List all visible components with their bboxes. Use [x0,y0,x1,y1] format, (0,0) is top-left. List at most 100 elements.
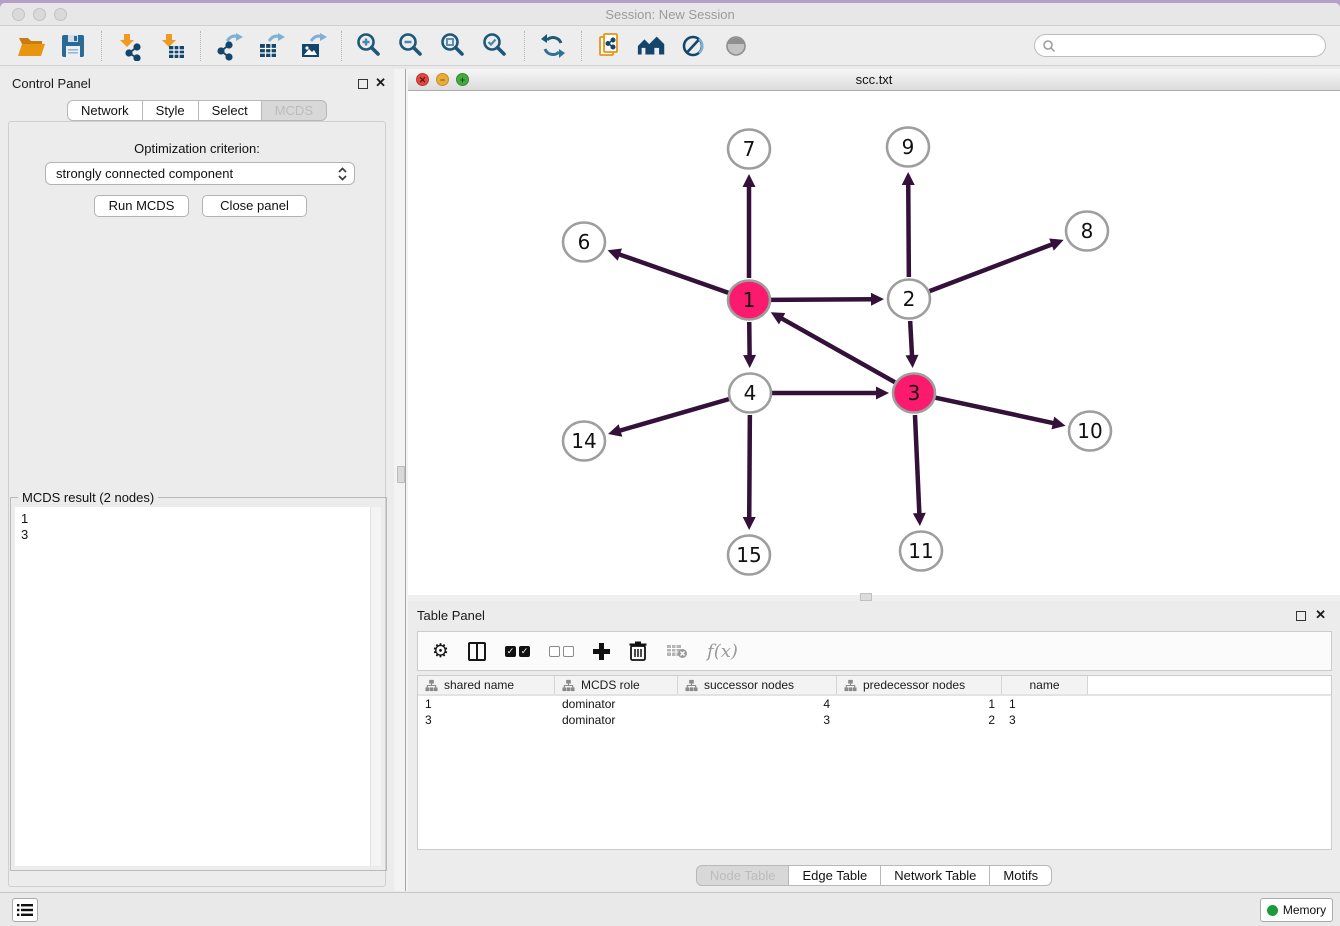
open-file-icon[interactable] [15,30,47,62]
main-window: Session: New Session [0,3,1340,926]
node-table[interactable]: shared nameMCDS rolesuccessor nodesprede… [417,675,1332,850]
column-panel-icon[interactable] [468,638,486,664]
graph-node-2[interactable]: 2 [888,280,930,319]
title-bar: Session: New Session [0,3,1340,26]
graph-edge-4-15[interactable] [749,415,750,519]
mcds-result-text: 1 3 [15,507,381,547]
graph-edge-2-8[interactable] [930,244,1054,291]
float-panel-icon[interactable] [358,79,368,89]
table-row[interactable]: 1dominator411 [418,696,1331,712]
delete-column-icon[interactable] [629,638,647,664]
table-cell[interactable]: 3 [418,712,555,728]
table-cell[interactable]: dominator [555,712,678,728]
function-builder-icon: f(x) [707,638,738,664]
table-cell[interactable]: 1 [1002,696,1088,712]
deselect-all-icon[interactable] [549,638,574,664]
graph-edge-2-9[interactable] [908,183,909,277]
show-all-icon[interactable] [636,30,668,62]
graph-node-4[interactable]: 4 [729,374,771,413]
tab-style[interactable]: Style [142,100,199,121]
column-header-shared-name[interactable]: shared name [418,676,555,694]
window-title: Session: New Session [0,7,1340,22]
graph-node-8[interactable]: 8 [1066,212,1108,251]
memory-button[interactable]: Memory [1260,898,1333,922]
table-cell[interactable]: 1 [418,696,555,712]
close-panel-button[interactable]: Close panel [202,195,307,217]
zoom-selected-icon[interactable] [480,30,512,62]
graph-node-6[interactable]: 6 [563,223,605,262]
graph-edge-3-1[interactable] [780,318,894,383]
graph-edge-3-11[interactable] [915,415,919,515]
vertical-splitter[interactable] [394,69,408,891]
zoom-out-icon[interactable] [396,30,428,62]
close-panel-icon[interactable]: ✕ [1315,607,1326,623]
zoom-fit-icon[interactable] [438,30,470,62]
save-session-icon[interactable] [57,30,89,62]
graph-edge-1-2[interactable] [771,299,873,300]
column-header-successor-nodes[interactable]: successor nodes [678,676,837,694]
table-cell[interactable]: 4 [678,696,837,712]
network-frame-titlebar[interactable]: ✕ − + scc.txt [408,69,1340,91]
table-cell[interactable]: 3 [678,712,837,728]
gear-icon[interactable]: ⚙ [432,638,449,664]
graph-node-10[interactable]: 10 [1069,412,1111,451]
graph-node-14[interactable]: 14 [563,422,605,461]
search-input[interactable] [1056,39,1306,53]
mcds-result-box[interactable]: 1 3 [15,507,381,866]
export-table-icon[interactable] [255,30,287,62]
column-header-name[interactable]: name [1002,676,1088,694]
import-table-icon[interactable] [156,30,188,62]
tab-network-table[interactable]: Network Table [880,865,990,886]
graph-edge-1-6[interactable] [618,254,728,293]
apply-layout-icon[interactable] [537,30,569,62]
graph-node-15[interactable]: 15 [728,536,770,575]
node-label: 2 [903,287,916,311]
table-panel-title: Table Panel [417,608,485,623]
graph-node-3[interactable]: 3 [893,374,935,413]
table-cell[interactable]: 2 [837,712,1002,728]
column-header-MCDS-role[interactable]: MCDS role [555,676,678,694]
network-from-selection-icon[interactable] [594,30,626,62]
splitter-handle[interactable] [860,593,872,601]
float-panel-icon[interactable] [1296,611,1306,621]
tab-select[interactable]: Select [198,100,262,121]
node-label: 6 [578,230,591,254]
graph-node-11[interactable]: 11 [900,532,942,571]
graph-node-7[interactable]: 7 [728,130,770,169]
export-network-icon[interactable] [213,30,245,62]
splitter-handle[interactable] [397,466,405,483]
zoom-in-icon[interactable] [354,30,386,62]
graph-node-1[interactable]: 1 [728,281,770,320]
select-all-icon[interactable]: ✓✓ [505,638,530,664]
graph-node-9[interactable]: 9 [887,128,929,167]
table-cell[interactable]: dominator [555,696,678,712]
tab-node-table[interactable]: Node Table [696,865,790,886]
table-cell[interactable]: 1 [837,696,1002,712]
close-panel-icon[interactable]: ✕ [375,75,386,91]
column-header-predecessor-nodes[interactable]: predecessor nodes [837,676,1002,694]
tab-edge-table[interactable]: Edge Table [788,865,881,886]
tab-motifs[interactable]: Motifs [989,865,1052,886]
graph-edge-4-14[interactable] [619,399,729,431]
table-row[interactable]: 3dominator323 [418,712,1331,728]
import-network-icon[interactable] [114,30,146,62]
edge-arrowhead [743,174,756,187]
tab-mcds[interactable]: MCDS [261,100,327,121]
network-canvas[interactable]: 7 9 6 8 1 2 4 3 14 10 15 11 [408,91,1340,595]
table-cell[interactable]: 3 [1002,712,1088,728]
search-field[interactable] [1034,34,1326,57]
tab-network[interactable]: Network [67,100,143,121]
memory-status-icon [1267,905,1278,916]
search-icon [1042,39,1056,53]
hide-selected-icon[interactable] [678,30,710,62]
graph-edge-3-10[interactable] [936,398,1055,424]
run-mcds-button[interactable]: Run MCDS [94,195,189,217]
export-image-icon[interactable] [297,30,329,62]
add-column-icon[interactable] [593,638,610,664]
result-scrollbar[interactable] [370,507,381,866]
graph-edge-2-3[interactable] [910,321,912,357]
eye-icon[interactable] [720,30,752,62]
criterion-select[interactable]: strongly connected component [45,162,355,185]
task-history-button[interactable] [12,898,38,922]
toolbar-separator [581,31,582,61]
